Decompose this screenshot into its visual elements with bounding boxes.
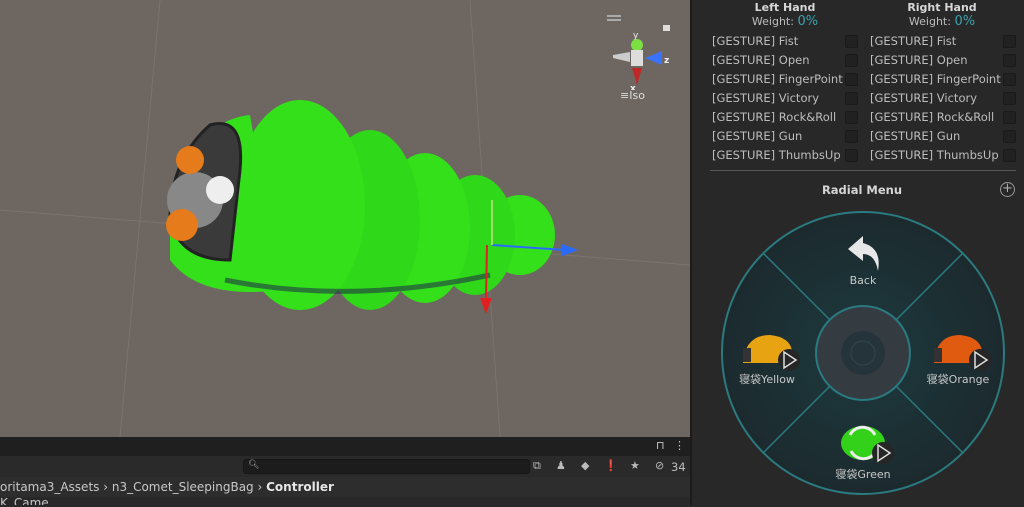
panel-header: ⊓ ⋮ — [0, 437, 690, 456]
radial-item-yellow[interactable]: 寝袋Yellow — [717, 371, 817, 387]
left-gesture-label: [GESTURE] Open — [712, 53, 810, 67]
left-weight-value: 0% — [797, 14, 819, 29]
radial-item-back[interactable]: Back — [813, 274, 913, 287]
search-input[interactable]: 🔍︎ — [243, 459, 530, 474]
weight-label: Weight: — [751, 15, 794, 28]
search-scope-icon[interactable]: ⧉ — [533, 459, 541, 473]
breadcrumb-item[interactable]: n3_Comet_SleepingBag — [112, 480, 254, 494]
filter-type-icon[interactable]: ♟ — [556, 459, 566, 472]
separator — [710, 170, 1016, 171]
radial-menu: Back 寝袋Yellow 寝袋Orange 寝袋Green — [720, 203, 1010, 507]
more-menu-icon[interactable]: ⋮ — [674, 439, 685, 452]
right-gesture-checkbox[interactable] — [1003, 35, 1016, 48]
right-gesture-label: [GESTURE] Rock&Roll — [870, 110, 995, 124]
scene-canvas[interactable] — [0, 0, 690, 437]
right-gesture-checkbox[interactable] — [1003, 130, 1016, 143]
right-gesture-label: [GESTURE] Fist — [870, 34, 957, 48]
left-gesture-label: [GESTURE] Gun — [712, 129, 803, 143]
svg-text:z: z — [664, 56, 669, 66]
breadcrumb-item-current[interactable]: Controller — [266, 480, 334, 494]
left-gesture-checkbox[interactable] — [845, 111, 858, 124]
right-gesture-label: [GESTURE] FingerPoint — [870, 72, 1001, 86]
sleeping-bag-model — [166, 100, 555, 310]
search-icon: 🔍︎ — [248, 460, 260, 470]
right-gesture-checkbox[interactable] — [1003, 111, 1016, 124]
hidden-eye-icon[interactable]: ⊘ — [655, 459, 664, 472]
right-gesture-checkbox[interactable] — [1003, 92, 1016, 105]
breadcrumb: oritama3_Assets › n3_Comet_SleepingBag ›… — [0, 477, 690, 497]
left-gesture-checkbox[interactable] — [845, 73, 858, 86]
right-gesture-label: [GESTURE] Victory — [870, 91, 978, 105]
asset-item[interactable]: K_Came — [0, 497, 690, 505]
breadcrumb-item[interactable]: oritama3_Assets — [0, 480, 99, 494]
scene-view[interactable]: y z x ≡Iso — [0, 0, 690, 437]
right-hand-title: Right Hand — [907, 1, 977, 14]
radial-menu-title: Radial Menu — [821, 183, 903, 197]
left-gesture-label: [GESTURE] Fist — [712, 34, 799, 48]
left-gesture-label: [GESTURE] Victory — [712, 91, 820, 105]
right-gesture-label: [GESTURE] ThumbsUp — [870, 148, 999, 162]
search-toolbar: 🔍︎ ⧉ ♟ ◆ ❗ ★ ⊘ 34 — [0, 456, 690, 477]
left-gesture-checkbox[interactable] — [845, 92, 858, 105]
right-gesture-label: [GESTURE] Open — [870, 53, 968, 67]
hidden-count: 34 — [671, 460, 686, 474]
projection-toggle[interactable]: ≡Iso — [620, 89, 645, 102]
left-gesture-label: [GESTURE] FingerPoint — [712, 72, 843, 86]
project-panel: ⊓ ⋮ 🔍︎ ⧉ ♟ ◆ ❗ ★ ⊘ 34 oritama3_Assets › … — [0, 437, 690, 505]
left-gesture-checkbox[interactable] — [845, 54, 858, 67]
left-gesture-checkbox[interactable] — [845, 130, 858, 143]
favorite-star-icon[interactable]: ★ — [630, 459, 640, 472]
left-hand-section: Left Hand Weight: 0% — [705, 1, 865, 30]
right-hand-section: Right Hand Weight: 0% — [862, 1, 1022, 30]
right-gesture-checkbox[interactable] — [1003, 54, 1016, 67]
weight-label: Weight: — [908, 15, 951, 28]
left-gesture-label: [GESTURE] Rock&Roll — [712, 110, 837, 124]
radial-item-orange[interactable]: 寝袋Orange — [908, 371, 1008, 387]
right-weight-value: 0% — [954, 14, 976, 29]
right-gesture-label: [GESTURE] Gun — [870, 129, 961, 143]
left-gesture-checkbox[interactable] — [845, 35, 858, 48]
left-gesture-checkbox[interactable] — [845, 149, 858, 162]
warning-icon[interactable]: ❗ — [604, 459, 618, 472]
right-gesture-checkbox[interactable] — [1003, 149, 1016, 162]
left-hand-title: Left Hand — [754, 1, 816, 14]
left-gesture-label: [GESTURE] ThumbsUp — [712, 148, 841, 162]
right-gesture-checkbox[interactable] — [1003, 73, 1016, 86]
menu-icon: ≡ — [620, 89, 630, 102]
add-icon[interactable]: + — [1000, 182, 1015, 197]
radial-item-green[interactable]: 寝袋Green — [813, 466, 913, 482]
label-icon[interactable]: ◆ — [581, 459, 589, 472]
lock-icon[interactable]: ⊓ — [656, 439, 665, 452]
